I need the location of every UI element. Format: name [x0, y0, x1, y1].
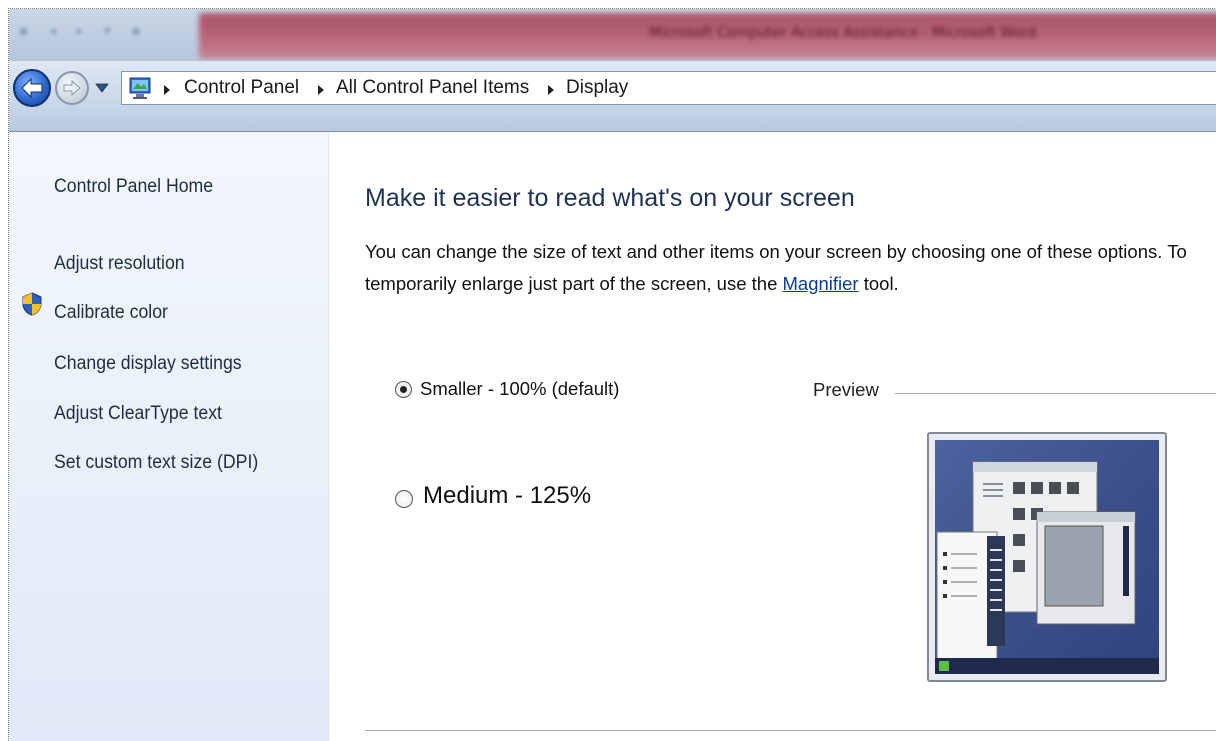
breadcrumb-separator-icon[interactable] — [318, 85, 324, 95]
preview-divider — [895, 393, 1216, 394]
address-bar[interactable]: Control Panel All Control Panel Items Di… — [121, 71, 1216, 105]
breadcrumb-separator-icon[interactable] — [548, 85, 554, 95]
title-bar: ▪ ◂ ▸ ▾ ▪ Microsoft Computer Access Assi… — [9, 9, 1216, 61]
sidebar-link-change-display-settings[interactable]: Change display settings — [54, 353, 242, 375]
sidebar-link-control-panel-home[interactable]: Control Panel Home — [54, 176, 213, 198]
recent-pages-dropdown-icon[interactable] — [95, 83, 109, 93]
magnifier-link[interactable]: Magnifier — [783, 273, 859, 294]
forward-arrow-icon — [63, 79, 81, 97]
page-heading: Make it easier to read what's on your sc… — [365, 184, 855, 212]
control-panel-icon — [129, 77, 151, 99]
sidebar-link-calibrate-color[interactable]: Calibrate color — [54, 302, 168, 324]
radio-medium-125[interactable] — [395, 490, 413, 508]
breadcrumb-control-panel[interactable]: Control Panel — [184, 77, 299, 99]
back-arrow-icon — [21, 77, 43, 99]
back-button[interactable] — [13, 69, 51, 107]
main-content: Make it easier to read what's on your sc… — [329, 132, 1216, 741]
window-title: Microsoft Computer Access Assistance - M… — [649, 25, 1037, 41]
option-medium-125[interactable]: Medium - 125% — [395, 482, 591, 510]
option-label-smaller: Smaller - 100% (default) — [420, 378, 620, 399]
preview-label: Preview — [813, 379, 879, 400]
description-text-before: You can change the size of text and othe… — [365, 241, 1187, 294]
radio-selected-dot — [400, 385, 407, 393]
breadcrumb-all-items[interactable]: All Control Panel Items — [336, 77, 529, 99]
description-text-after: tool. — [858, 273, 899, 294]
uac-shield-icon — [22, 292, 42, 316]
breadcrumb-display[interactable]: Display — [566, 77, 628, 99]
option-smaller-100[interactable]: Smaller - 100% (default) — [395, 378, 619, 400]
explorer-window: ▪ ◂ ▸ ▾ ▪ Microsoft Computer Access Assi… — [8, 8, 1216, 741]
navigation-bar: Control Panel All Control Panel Items Di… — [9, 61, 1216, 132]
option-label-medium: Medium - 125% — [423, 482, 592, 509]
section-divider — [365, 730, 1216, 731]
forward-button[interactable] — [55, 71, 89, 105]
preview-image — [927, 432, 1167, 682]
breadcrumb-separator-icon[interactable] — [164, 85, 170, 95]
radio-smaller-100[interactable] — [395, 380, 412, 398]
task-pane: Control Panel Home Adjust resolution Cal… — [9, 132, 329, 741]
page-description: You can change the size of text and othe… — [365, 236, 1216, 300]
sidebar-link-adjust-cleartype[interactable]: Adjust ClearType text — [54, 403, 222, 425]
sidebar-link-adjust-resolution[interactable]: Adjust resolution — [54, 253, 185, 275]
quick-access-toolbar: ▪ ◂ ▸ ▾ ▪ — [19, 23, 149, 39]
sidebar-link-custom-dpi[interactable]: Set custom text size (DPI) — [54, 452, 258, 474]
